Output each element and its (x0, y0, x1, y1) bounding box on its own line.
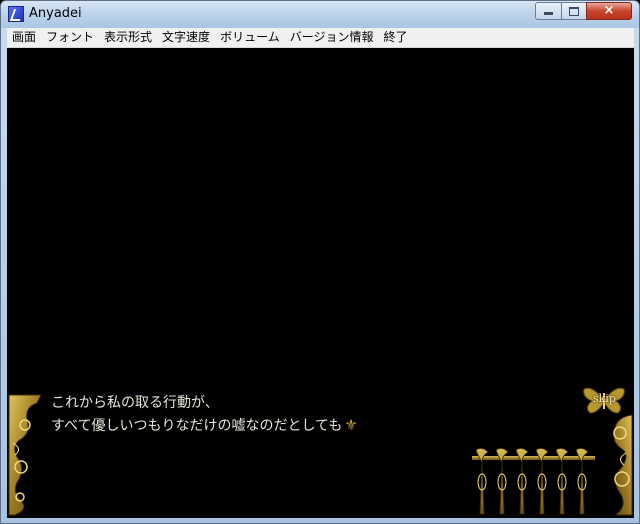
maximize-button[interactable] (561, 2, 587, 20)
menu-item-volume[interactable]: ボリューム (215, 28, 285, 47)
window-title: Anyadei (29, 6, 82, 21)
decorative-balustrade (472, 448, 595, 515)
app-window: Anyadei × 画面 フォント 表示形式 文字速度 ボリューム バージョン情… (0, 0, 640, 524)
menu-item-text-speed[interactable]: 文字速度 (157, 28, 215, 47)
left-scroll-ornament (8, 394, 42, 516)
skip-button[interactable]: skip (582, 385, 626, 415)
close-icon: × (603, 3, 615, 18)
menu-item-display-format[interactable]: 表示形式 (99, 28, 157, 47)
right-scroll-ornament (613, 414, 633, 516)
skip-label: skip (593, 392, 616, 405)
message-window[interactable]: これから私の取る行動が、 すべて優しいつもりなだけの嘘なのだとしても ⚜ (51, 392, 358, 437)
menu-bar: 画面 フォント 表示形式 文字速度 ボリューム バージョン情報 終了 (7, 28, 634, 48)
message-line-2: すべて優しいつもりなだけの嘘なのだとしても ⚜ (51, 414, 358, 437)
minimize-icon (544, 12, 553, 15)
menu-item-exit[interactable]: 終了 (378, 28, 412, 47)
minimize-button[interactable] (535, 2, 562, 20)
app-icon[interactable] (8, 6, 24, 22)
close-button[interactable]: × (586, 2, 632, 20)
message-line-1: これから私の取る行動が、 (51, 395, 219, 411)
fleur-de-lis-icon: ⚜ (344, 416, 358, 434)
title-bar[interactable]: Anyadei × (1, 1, 639, 28)
game-screen[interactable]: これから私の取る行動が、 すべて優しいつもりなだけの嘘なのだとしても ⚜ skip (7, 48, 634, 518)
menu-item-version-info[interactable]: バージョン情報 (285, 28, 379, 47)
message-line-2-text: すべて優しいつもりなだけの嘘なのだとしても (51, 418, 343, 434)
menu-item-display[interactable]: 画面 (7, 28, 41, 47)
maximize-icon (569, 7, 579, 16)
menu-item-font[interactable]: フォント (41, 28, 99, 47)
